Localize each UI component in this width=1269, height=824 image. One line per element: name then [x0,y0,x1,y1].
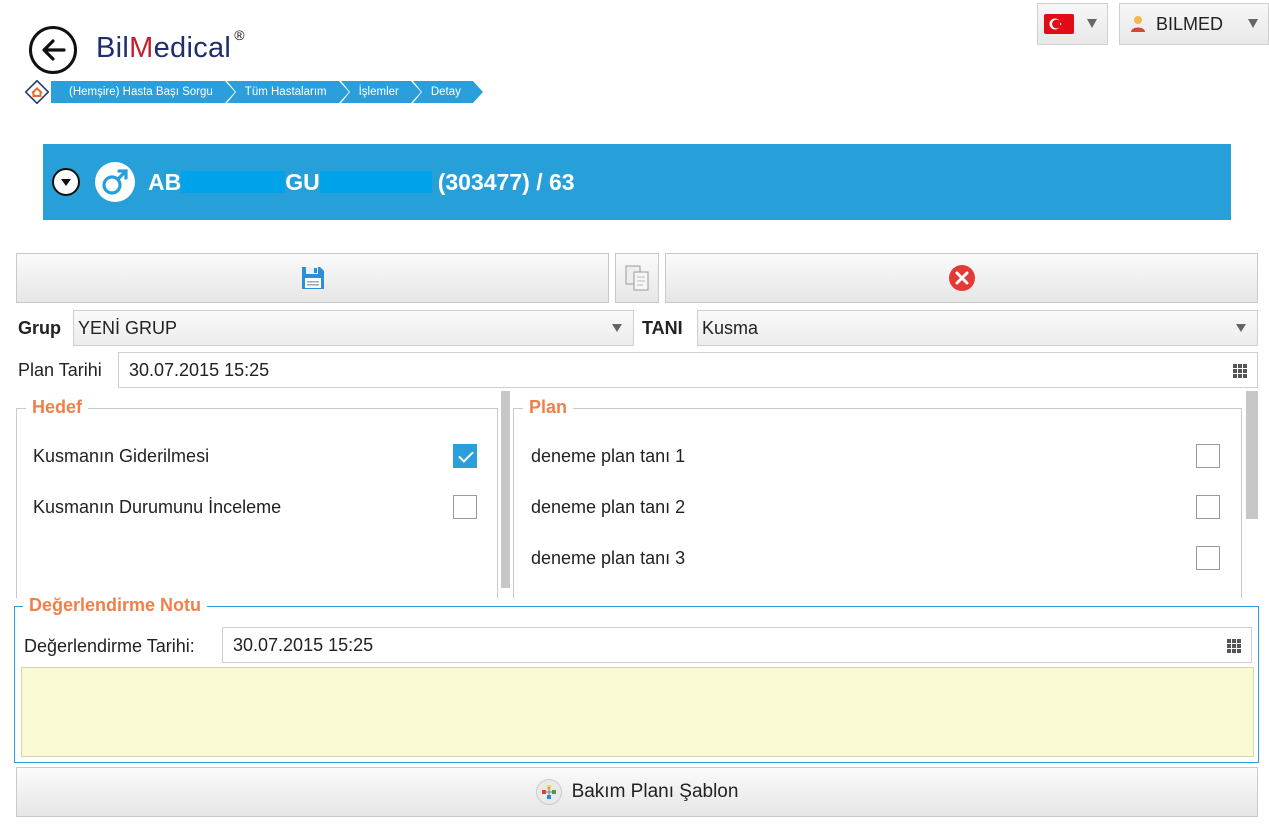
plan-checkbox-1[interactable] [1196,444,1220,468]
copy-documents-icon [625,265,649,291]
evaluation-date-label: Değerlendirme Tarihi: [24,636,195,656]
save-button[interactable] [16,253,609,303]
evaluation-date-field[interactable]: 30.07.2015 15:25 [222,627,1252,663]
floppy-disk-icon [301,267,324,289]
plan-item-label: deneme plan tanı 2 [531,497,686,517]
cancel-button[interactable] [665,253,1258,303]
home-icon[interactable] [24,79,50,105]
group-value: YENİ GRUP [78,318,178,338]
plan-date-label: Plan Tarihi [18,360,102,380]
plan-item-label: deneme plan tanı 3 [531,548,686,568]
care-plan-template-label: Bakım Planı Şablon [571,781,739,802]
evaluation-note-textarea[interactable] [21,667,1254,757]
patient-first-name: AB [148,168,182,195]
calendar-grid-icon[interactable] [1233,364,1247,378]
breadcrumb-item-operations[interactable]: İşlemler [340,81,422,103]
goal-checkbox-2[interactable] [453,495,477,519]
language-selector[interactable] [1037,3,1108,45]
goal-item-label: Kusmanın Giderilmesi [33,446,210,466]
diagnosis-select[interactable]: Kusma [697,310,1258,346]
plan-scrollbar[interactable] [1246,391,1258,519]
copy-button[interactable] [615,253,659,303]
plan-checkbox-2[interactable] [1196,495,1220,519]
breadcrumb-item-all-patients[interactable]: Tüm Hastalarım [226,81,349,103]
group-select[interactable]: YENİ GRUP [73,310,634,346]
plan-date-field[interactable]: 30.07.2015 15:25 [118,352,1258,388]
user-menu[interactable]: BILMED [1119,3,1269,45]
expand-toggle[interactable] [52,168,80,196]
patient-name: AB GU (303477) / 63 [148,169,575,196]
goals-title: Hedef [26,397,89,418]
evaluation-group: Değerlendirme Notu Değerlendirme Tarihi:… [14,595,1259,763]
patient-id-age: (303477) / 63 [437,168,575,195]
calendar-grid-icon[interactable] [1227,639,1241,653]
chevron-down-icon [1248,19,1258,28]
patient-banner: AB GU (303477) / 63 [43,144,1231,220]
redaction-block [181,171,286,193]
user-icon [1131,16,1145,32]
redaction-block [319,171,432,193]
male-symbol-icon [95,162,135,202]
arrow-left-icon [42,39,66,61]
patient-surname: GU [285,168,320,195]
group-label: Grup [18,318,61,338]
diagnosis-value: Kusma [702,318,759,338]
back-button[interactable] [29,26,77,74]
breadcrumb-item-detail[interactable]: Detay [412,81,483,103]
cancel-circle-icon [948,265,975,291]
plan-checkbox-3[interactable] [1196,546,1220,570]
user-name: BILMED [1156,13,1224,34]
goals-scrollbar[interactable] [501,391,510,588]
turkey-flag-icon [1044,14,1074,34]
plan-date-value: 30.07.2015 15:25 [129,360,270,380]
chevron-down-icon [612,324,622,332]
goal-item-label: Kusmanın Durumunu İnceleme [33,497,282,517]
breadcrumb: (Hemşire) Hasta Başı Sorgu Tüm Hastaları… [24,79,483,105]
chevron-down-icon [1087,19,1097,28]
goal-checkbox-1[interactable] [453,444,477,468]
plan-item-label: deneme plan tanı 1 [531,446,686,466]
goals-group: Hedef Kusmanın Giderilmesi Kusmanın Duru… [16,397,498,598]
plan-group: Plan deneme plan tanı 1 deneme plan tanı… [513,397,1242,598]
care-plan-template-button[interactable]: Bakım Planı Şablon [16,767,1258,817]
template-icon [535,779,562,805]
app-logo: BilMedical ® [96,27,245,64]
evaluation-title: Değerlendirme Notu [23,595,208,616]
chevron-down-icon [1236,324,1246,332]
breadcrumb-item-nurse-query[interactable]: (Hemşire) Hasta Başı Sorgu [51,81,235,103]
plan-title: Plan [523,397,574,418]
diagnosis-label: TANI [642,318,683,338]
evaluation-date-value: 30.07.2015 15:25 [233,635,374,655]
